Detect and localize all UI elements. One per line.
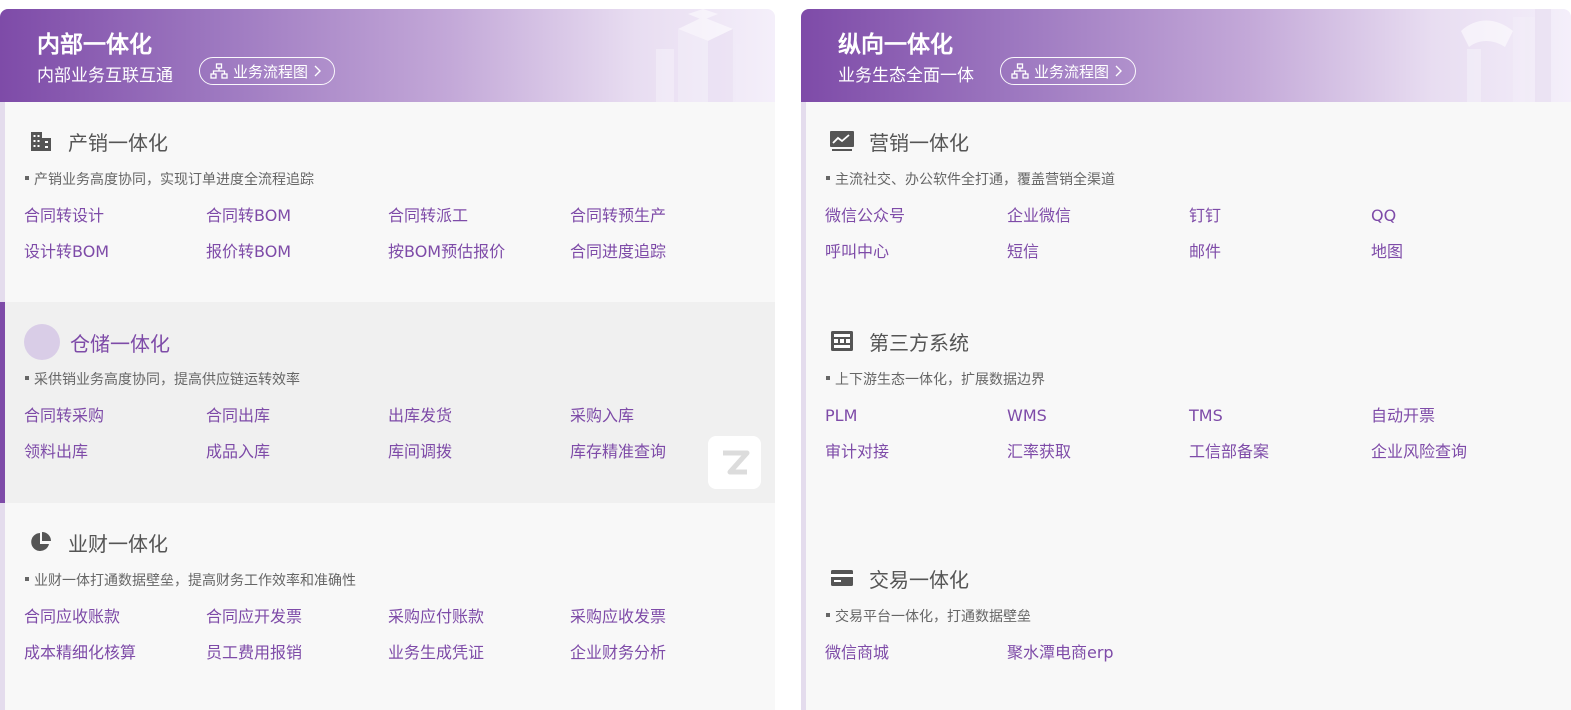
section-business-finance: 业财一体化 业财一体打通数据壁垒，提高财务工作效率和准确性 合同应收账款 合同应… [5,503,775,710]
card-icon [825,561,859,595]
link-item[interactable]: 合同转设计 [24,205,206,227]
link-item[interactable]: 采购应收发票 [570,606,752,628]
link-item[interactable]: 工信部备案 [1189,441,1371,463]
system-icon [825,324,859,358]
trend-chart-icon [825,124,859,158]
link-grid: 合同应收账款 合同应开发票 采购应付账款 采购应收发票 成本精细化核算 员工费用… [24,606,752,664]
circle-icon [24,324,60,360]
link-item[interactable]: 聚水潭电商erp [1007,642,1189,664]
section-description: 采供销业务高度协同，提高供应链运转效率 [25,369,300,389]
link-item[interactable]: 邮件 [1189,241,1371,263]
flow-chart-label: 业务流程图 [1034,62,1110,81]
link-item[interactable]: 报价转BOM [206,241,388,263]
link-item[interactable]: 合同转派工 [388,205,570,227]
link-item[interactable]: 按BOM预估报价 [388,241,570,263]
section-description: 交易平台一体化，打通数据壁垒 [826,606,1031,626]
link-item[interactable]: 企业风险查询 [1371,441,1553,463]
link-item[interactable]: 合同进度追踪 [570,241,752,263]
link-item[interactable]: 合同转BOM [206,205,388,227]
section-description: 主流社交、办公软件全打通，覆盖营销全渠道 [826,169,1115,189]
link-item[interactable]: 合同应开发票 [206,606,388,628]
link-item[interactable]: 合同应收账款 [24,606,206,628]
section-title: 交易一体化 [869,567,969,592]
sitemap-icon [1011,63,1029,79]
link-grid: 合同转设计 合同转BOM 合同转派工 合同转预生产 设计转BOM 报价转BOM … [24,205,752,263]
section-warehouse[interactable]: 仓储一体化 采供销业务高度协同，提高供应链运转效率 合同转采购 合同出库 出库发… [0,302,775,503]
link-item[interactable]: 企业财务分析 [570,642,752,664]
link-grid: PLM WMS TMS 自动开票 审计对接 汇率获取 工信部备案 企业风险查询 [825,405,1553,463]
z-logo-icon [708,436,761,489]
section-title: 业财一体化 [68,531,168,556]
handshake-illustration [1461,9,1551,102]
link-item[interactable]: 领料出库 [24,441,206,463]
section-header: 交易一体化 [825,561,969,595]
chevron-right-icon [1115,65,1123,77]
link-item[interactable]: 微信商城 [825,642,1007,664]
section-title: 产销一体化 [68,130,168,155]
link-item[interactable]: 企业微信 [1007,205,1189,227]
link-item[interactable]: 呼叫中心 [825,241,1007,263]
section-header: 第三方系统 [825,324,969,358]
link-item[interactable]: 业务生成凭证 [388,642,570,664]
link-grid: 微信商城 聚水潭电商erp [825,642,1553,664]
panel-header: 纵向一体化 业务生态全面一体 业务流程图 [801,9,1571,102]
panel-title: 内部一体化 [37,32,152,58]
building-icon [24,124,58,158]
link-item[interactable]: 出库发货 [388,405,570,427]
section-description: 产销业务高度协同，实现订单进度全流程追踪 [25,169,314,189]
link-item[interactable]: 地图 [1371,241,1553,263]
link-item[interactable]: 合同出库 [206,405,388,427]
link-item[interactable]: QQ [1371,205,1553,227]
link-item[interactable]: 汇率获取 [1007,441,1189,463]
section-header: 业财一体化 [24,525,168,559]
link-item[interactable]: 设计转BOM [24,241,206,263]
flow-chart-label: 业务流程图 [233,62,309,81]
link-grid: 合同转采购 合同出库 出库发货 采购入库 领料出库 成品入库 库间调拨 库存精准… [24,405,752,463]
panel-header: 内部一体化 内部业务互联互通 业务流程图 [0,9,775,102]
link-item[interactable]: 自动开票 [1371,405,1553,427]
section-title: 仓储一体化 [70,331,170,356]
link-item[interactable]: 短信 [1007,241,1189,263]
section-description: 上下游生态一体化，扩展数据边界 [826,369,1045,389]
panel-title: 纵向一体化 [838,32,953,58]
link-item[interactable]: 员工费用报销 [206,642,388,664]
section-title: 营销一体化 [869,130,969,155]
link-item[interactable]: 审计对接 [825,441,1007,463]
link-item[interactable]: 采购应付账款 [388,606,570,628]
internal-integration-panel: 内部一体化 内部业务互联互通 业务流程图 产销一体化 产销业务高度协同，实现订单… [0,9,775,710]
link-item[interactable]: 成本精细化核算 [24,642,206,664]
section-header: 产销一体化 [24,124,168,158]
section-third-party: 第三方系统 上下游生态一体化，扩展数据边界 PLM WMS TMS 自动开票 审… [806,302,1571,503]
section-header: 营销一体化 [825,124,969,158]
section-description: 业财一体打通数据壁垒，提高财务工作效率和准确性 [25,570,356,590]
flow-chart-button[interactable]: 业务流程图 [1000,57,1136,85]
section-header: 仓储一体化 [24,324,170,360]
link-item[interactable]: PLM [825,405,1007,427]
section-production-sales: 产销一体化 产销业务高度协同，实现订单进度全流程追踪 合同转设计 合同转BOM … [5,102,775,302]
link-item[interactable]: 成品入库 [206,441,388,463]
section-title: 第三方系统 [869,330,969,355]
vertical-integration-panel: 纵向一体化 业务生态全面一体 业务流程图 营销一体化 主流社交、办公软件全打通，… [801,9,1571,710]
link-item[interactable]: 微信公众号 [825,205,1007,227]
section-trading: 交易一体化 交易平台一体化，打通数据壁垒 微信商城 聚水潭电商erp [806,539,1571,710]
link-item[interactable]: 采购入库 [570,405,752,427]
link-grid: 微信公众号 企业微信 钉钉 QQ 呼叫中心 短信 邮件 地图 [825,205,1553,263]
link-item[interactable]: 库间调拨 [388,441,570,463]
link-item[interactable]: 合同转采购 [24,405,206,427]
building-illustration [656,9,750,102]
section-marketing: 营销一体化 主流社交、办公软件全打通，覆盖营销全渠道 微信公众号 企业微信 钉钉… [806,102,1571,302]
link-item[interactable]: 钉钉 [1189,205,1371,227]
chevron-right-icon [314,65,322,77]
pie-chart-icon [24,525,58,559]
flow-chart-button[interactable]: 业务流程图 [199,57,335,85]
panel-subtitle: 内部业务互联互通 [37,66,173,86]
panel-subtitle: 业务生态全面一体 [838,66,974,86]
sitemap-icon [210,63,228,79]
link-item[interactable]: WMS [1007,405,1189,427]
link-item[interactable]: TMS [1189,405,1371,427]
selection-indicator [0,302,5,503]
link-item[interactable]: 合同转预生产 [570,205,752,227]
